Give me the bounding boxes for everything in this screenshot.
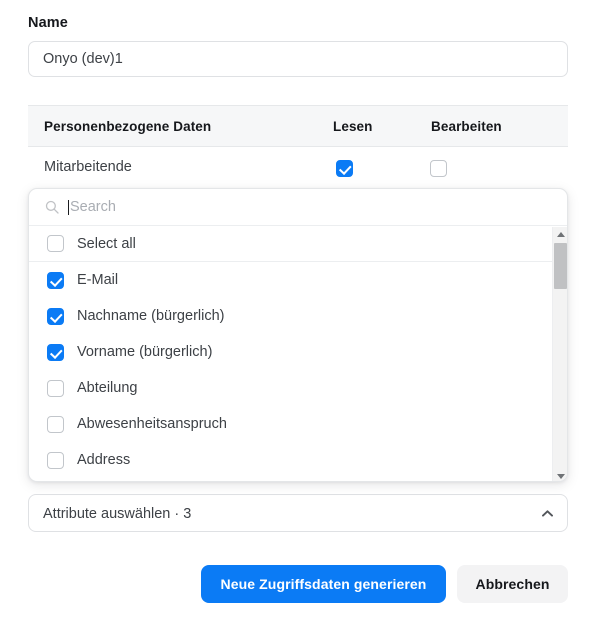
generate-credentials-button[interactable]: Neue Zugriffsdaten generieren — [201, 565, 446, 603]
checkbox-option[interactable] — [47, 307, 64, 325]
list-item-label: Select all — [77, 235, 136, 252]
text-caret — [68, 199, 69, 215]
chevron-up-icon — [542, 510, 553, 517]
checkbox-read-mitarbeitende[interactable] — [336, 160, 353, 177]
checkbox-option[interactable] — [47, 271, 64, 289]
checkbox-select-all[interactable] — [47, 235, 64, 252]
cancel-button[interactable]: Abbrechen — [457, 565, 568, 603]
checkbox-option[interactable] — [47, 343, 64, 361]
list-item-select-all[interactable]: Select all — [29, 226, 567, 262]
checkbox-option[interactable] — [47, 415, 64, 433]
name-label: Name — [28, 15, 68, 31]
list-item[interactable]: E-Mail — [29, 262, 567, 298]
dialog-body: Name Personenbezogene Daten Lesen Bearbe… — [0, 0, 597, 636]
column-header-read: Lesen — [333, 119, 373, 134]
checkbox-option[interactable] — [47, 379, 64, 397]
scrollbar-thumb[interactable] — [554, 243, 567, 289]
column-header-category: Personenbezogene Daten — [44, 119, 212, 134]
attribute-select-trigger[interactable]: Attribute auswählen · 3 — [28, 494, 568, 532]
scroll-down-arrow-icon[interactable] — [553, 469, 567, 481]
search-icon — [45, 200, 59, 214]
list-item[interactable]: Abwesenheitsanspruch — [29, 406, 567, 442]
list-item-label: Address — [77, 452, 131, 468]
checkbox-option[interactable] — [47, 451, 64, 469]
dropdown-search-row[interactable] — [29, 189, 567, 226]
list-item-label: E-Mail — [77, 272, 119, 288]
attribute-select-value: Attribute auswählen · 3 — [43, 506, 192, 522]
column-header-edit: Bearbeiten — [431, 119, 502, 134]
list-item[interactable]: Nachname (bürgerlich) — [29, 298, 567, 334]
list-item[interactable]: Vorname (bürgerlich) — [29, 334, 567, 370]
list-item-label: Vorname (bürgerlich) — [77, 344, 213, 360]
scroll-up-arrow-icon[interactable] — [553, 227, 567, 241]
checkbox-edit-mitarbeitende[interactable] — [430, 160, 447, 177]
row-label-mitarbeitende: Mitarbeitende — [44, 159, 132, 175]
list-item-label: Abwesenheitsanspruch — [77, 416, 227, 432]
name-input[interactable] — [28, 41, 568, 77]
list-item[interactable]: Address — [29, 442, 567, 478]
list-item-label: Abteilung — [77, 380, 138, 396]
attribute-dropdown-panel: Select all E-Mail Nachname (bürgerlich) … — [28, 188, 568, 482]
permissions-table-header: Personenbezogene Daten Lesen Bearbeiten — [28, 105, 568, 147]
search-input[interactable] — [70, 197, 490, 217]
dropdown-scrollbar[interactable] — [552, 227, 567, 481]
table-row: Mitarbeitende — [28, 147, 568, 191]
list-item-label: Nachname (bürgerlich) — [77, 308, 225, 324]
list-item[interactable]: Abteilung — [29, 370, 567, 406]
attribute-option-list: Select all E-Mail Nachname (bürgerlich) … — [29, 226, 567, 481]
